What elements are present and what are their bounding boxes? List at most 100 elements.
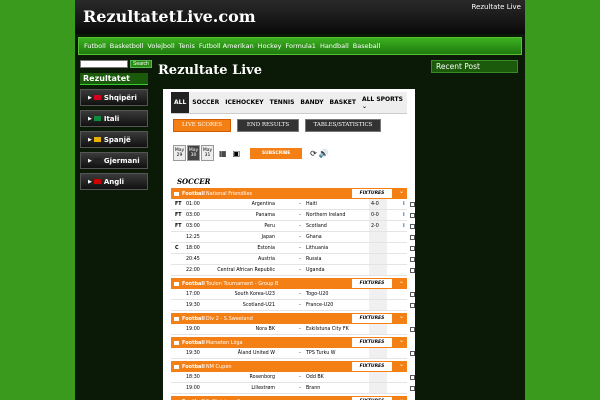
score-column [369,289,387,299]
sport-tabs: ALL SOCCER ICEHOCKEY TENNIS BANDY BASKET ALL S… [171,92,407,114]
nav-item-futboll[interactable]: Futboll [84,42,106,50]
table-row[interactable]: 19:00 Nora BK Eskilstuna City FK - [171,324,415,335]
tab-tennis[interactable]: TENNIS [267,92,298,113]
table-row[interactable]: FT 03:00 Panama Northern Ireland 0-0 i - [171,210,415,221]
tab-all-sports[interactable]: ALL SPORTS ⌄ [359,92,407,113]
table-row[interactable]: 19:00 Lillestrøm Brann - [171,383,415,394]
nav-item-basketboll[interactable]: Basketboll [110,42,144,50]
fixtures-button[interactable]: FIXTURES [352,279,392,288]
table-row[interactable]: FT 01:00 Argentina Haiti 4-0 i - [171,199,415,210]
tab-tables-statistics[interactable]: TABLES/STATISTICS [305,118,381,132]
tab-bandy[interactable]: BANDY [297,92,326,113]
nav-item-baseball[interactable]: Baseball [353,42,381,50]
header-link[interactable]: Rezultate Live [471,3,521,11]
league-sport: Football [182,280,205,287]
nav-item-formula1[interactable]: Formula1 [286,42,316,50]
fixtures-button[interactable]: FIXTURES [352,362,392,371]
subscribe-button[interactable]: SUBSCRIBE [250,147,303,159]
date-button[interactable]: May 31 [201,145,214,161]
match-time: 03:00 [186,213,200,218]
favorite-checkbox[interactable] [410,224,415,229]
info-icon[interactable]: i [403,202,405,207]
favorite-checkbox[interactable] [410,386,415,391]
favorite-checkbox[interactable] [410,202,415,207]
home-team: Japan [261,235,275,240]
chevron-down-icon[interactable]: ⌄ [399,188,404,195]
nav-item-futboll-amerikan[interactable]: Futboll Amerikan [199,42,254,50]
chevron-down-icon[interactable]: ⌄ [399,337,404,344]
sidebar-item-country[interactable]: ▶ Gjermani [80,152,148,169]
away-team: Haiti [306,202,318,207]
chevron-down-icon[interactable]: ⌄ [399,361,404,368]
fixtures-button[interactable]: FIXTURES [352,338,392,347]
table-row[interactable]: 18:30 Rosenborg Odd BK - [171,372,415,383]
table-row[interactable]: 22:00 Central African Republic Uganda - [171,265,415,276]
league-header[interactable]: Football2. Division - 2FIXTURES⌄ [171,396,407,400]
sidebar-item-country[interactable]: ▶ Angli [80,173,148,190]
date-button[interactable]: May 29 [173,145,186,161]
table-row[interactable]: 19:30 Åland United W TPS Turku W- [171,348,415,359]
match-time: 17:00 [186,292,200,297]
league-header[interactable]: Football Toulon Tournament - Group B FIXTU… [171,278,407,289]
favorite-checkbox[interactable] [410,257,415,262]
table-row[interactable]: 19:30 Scotland-U21 France-U20- [171,300,415,311]
info-icon[interactable]: i [403,224,405,229]
nav-item-volejboll[interactable]: Volejboll [147,42,174,50]
fixtures-button[interactable]: FIXTURES [352,189,392,198]
sidebar-item-country[interactable]: ▶ Shqipëri [80,89,148,106]
sound-icon[interactable]: 🔊 [319,149,329,158]
favorite-checkbox[interactable] [410,268,415,273]
favorite-checkbox[interactable] [410,303,415,308]
date-button[interactable]: May 30 [187,145,200,161]
site-title[interactable]: RezultatetLive.com [83,7,256,26]
table-row[interactable]: 12:25 Japan Ghana - [171,232,415,243]
info-icon[interactable]: i [403,213,405,218]
tab-icehockey[interactable]: ICEHOCKEY [222,92,266,113]
livescore-widget: ALL SOCCER ICEHOCKEY TENNIS BANDY BASKET ALL S… [163,89,415,400]
favorite-checkbox[interactable] [410,292,415,297]
search-input[interactable] [80,60,128,68]
league-header[interactable]: Football National Friendlies FIXTURES ⌄ [171,188,407,199]
away-team: Ghana [306,235,322,240]
refresh-icon[interactable]: ⟳ [310,149,317,158]
table-row[interactable]: 17:00 South Korea-U23 Togo-U20- [171,289,415,300]
favorite-checkbox[interactable] [410,351,415,356]
match-time: 20:45 [186,257,200,262]
league-header[interactable]: Football Marseten Liiga FIXTURES ⌄ [171,337,407,348]
calendar-icon[interactable]: ▦ [219,149,227,158]
section-title: SOCCER [177,177,211,186]
tab-live-scores[interactable]: LIVE SCORES [173,118,231,132]
home-team: Rosenborg [249,375,275,380]
favorite-checkbox[interactable] [410,213,415,218]
score-column [369,300,387,310]
league-header[interactable]: Football Div 2 - S.Sweeland FIXTURES ⌄ [171,313,407,324]
window-icon[interactable]: ▣ [233,149,241,158]
tab-basket[interactable]: BASKET [327,92,359,113]
tab-end-results[interactable]: END RESULTS [237,118,299,132]
date-row: May 29 May 30 May 31 ▦ ▣ SUBSCRIBE ⟳ 🔊 [173,144,405,162]
league-header[interactable]: Football NM Cupen FIXTURES ⌄ [171,361,407,372]
score-separator: - [299,213,301,218]
favorite-checkbox[interactable] [410,235,415,240]
table-row[interactable]: FT 03:00 Peru Scotland 2-0 i - [171,221,415,232]
flag-icon [174,364,179,369]
nav-item-hockey[interactable]: Hockey [258,42,282,50]
chevron-down-icon[interactable]: ⌄ [399,396,404,400]
sidebar-item-country[interactable]: ▶ Spanjë [80,131,148,148]
favorite-checkbox[interactable] [410,375,415,380]
flag-icon [93,137,101,142]
table-row[interactable]: 20:45 Austria Russia - [171,254,415,265]
favorite-checkbox[interactable] [410,246,415,251]
chevron-down-icon[interactable]: ⌄ [399,278,404,285]
tab-all[interactable]: ALL [171,92,190,113]
fixtures-button[interactable]: FIXTURES [352,314,392,323]
chevron-down-icon[interactable]: ⌄ [399,313,404,320]
tab-soccer[interactable]: SOCCER [189,92,222,113]
search-button[interactable]: Search [130,60,152,68]
nav-item-handball[interactable]: Handball [320,42,349,50]
nav-item-tenis[interactable]: Tenis [179,42,195,50]
table-row[interactable]: C 18:00 Estonia Lithuania - [171,243,415,254]
favorite-checkbox[interactable] [410,327,415,332]
league-name: NM Cupen [205,363,232,370]
sidebar-item-country[interactable]: ▶ Itali [80,110,148,127]
